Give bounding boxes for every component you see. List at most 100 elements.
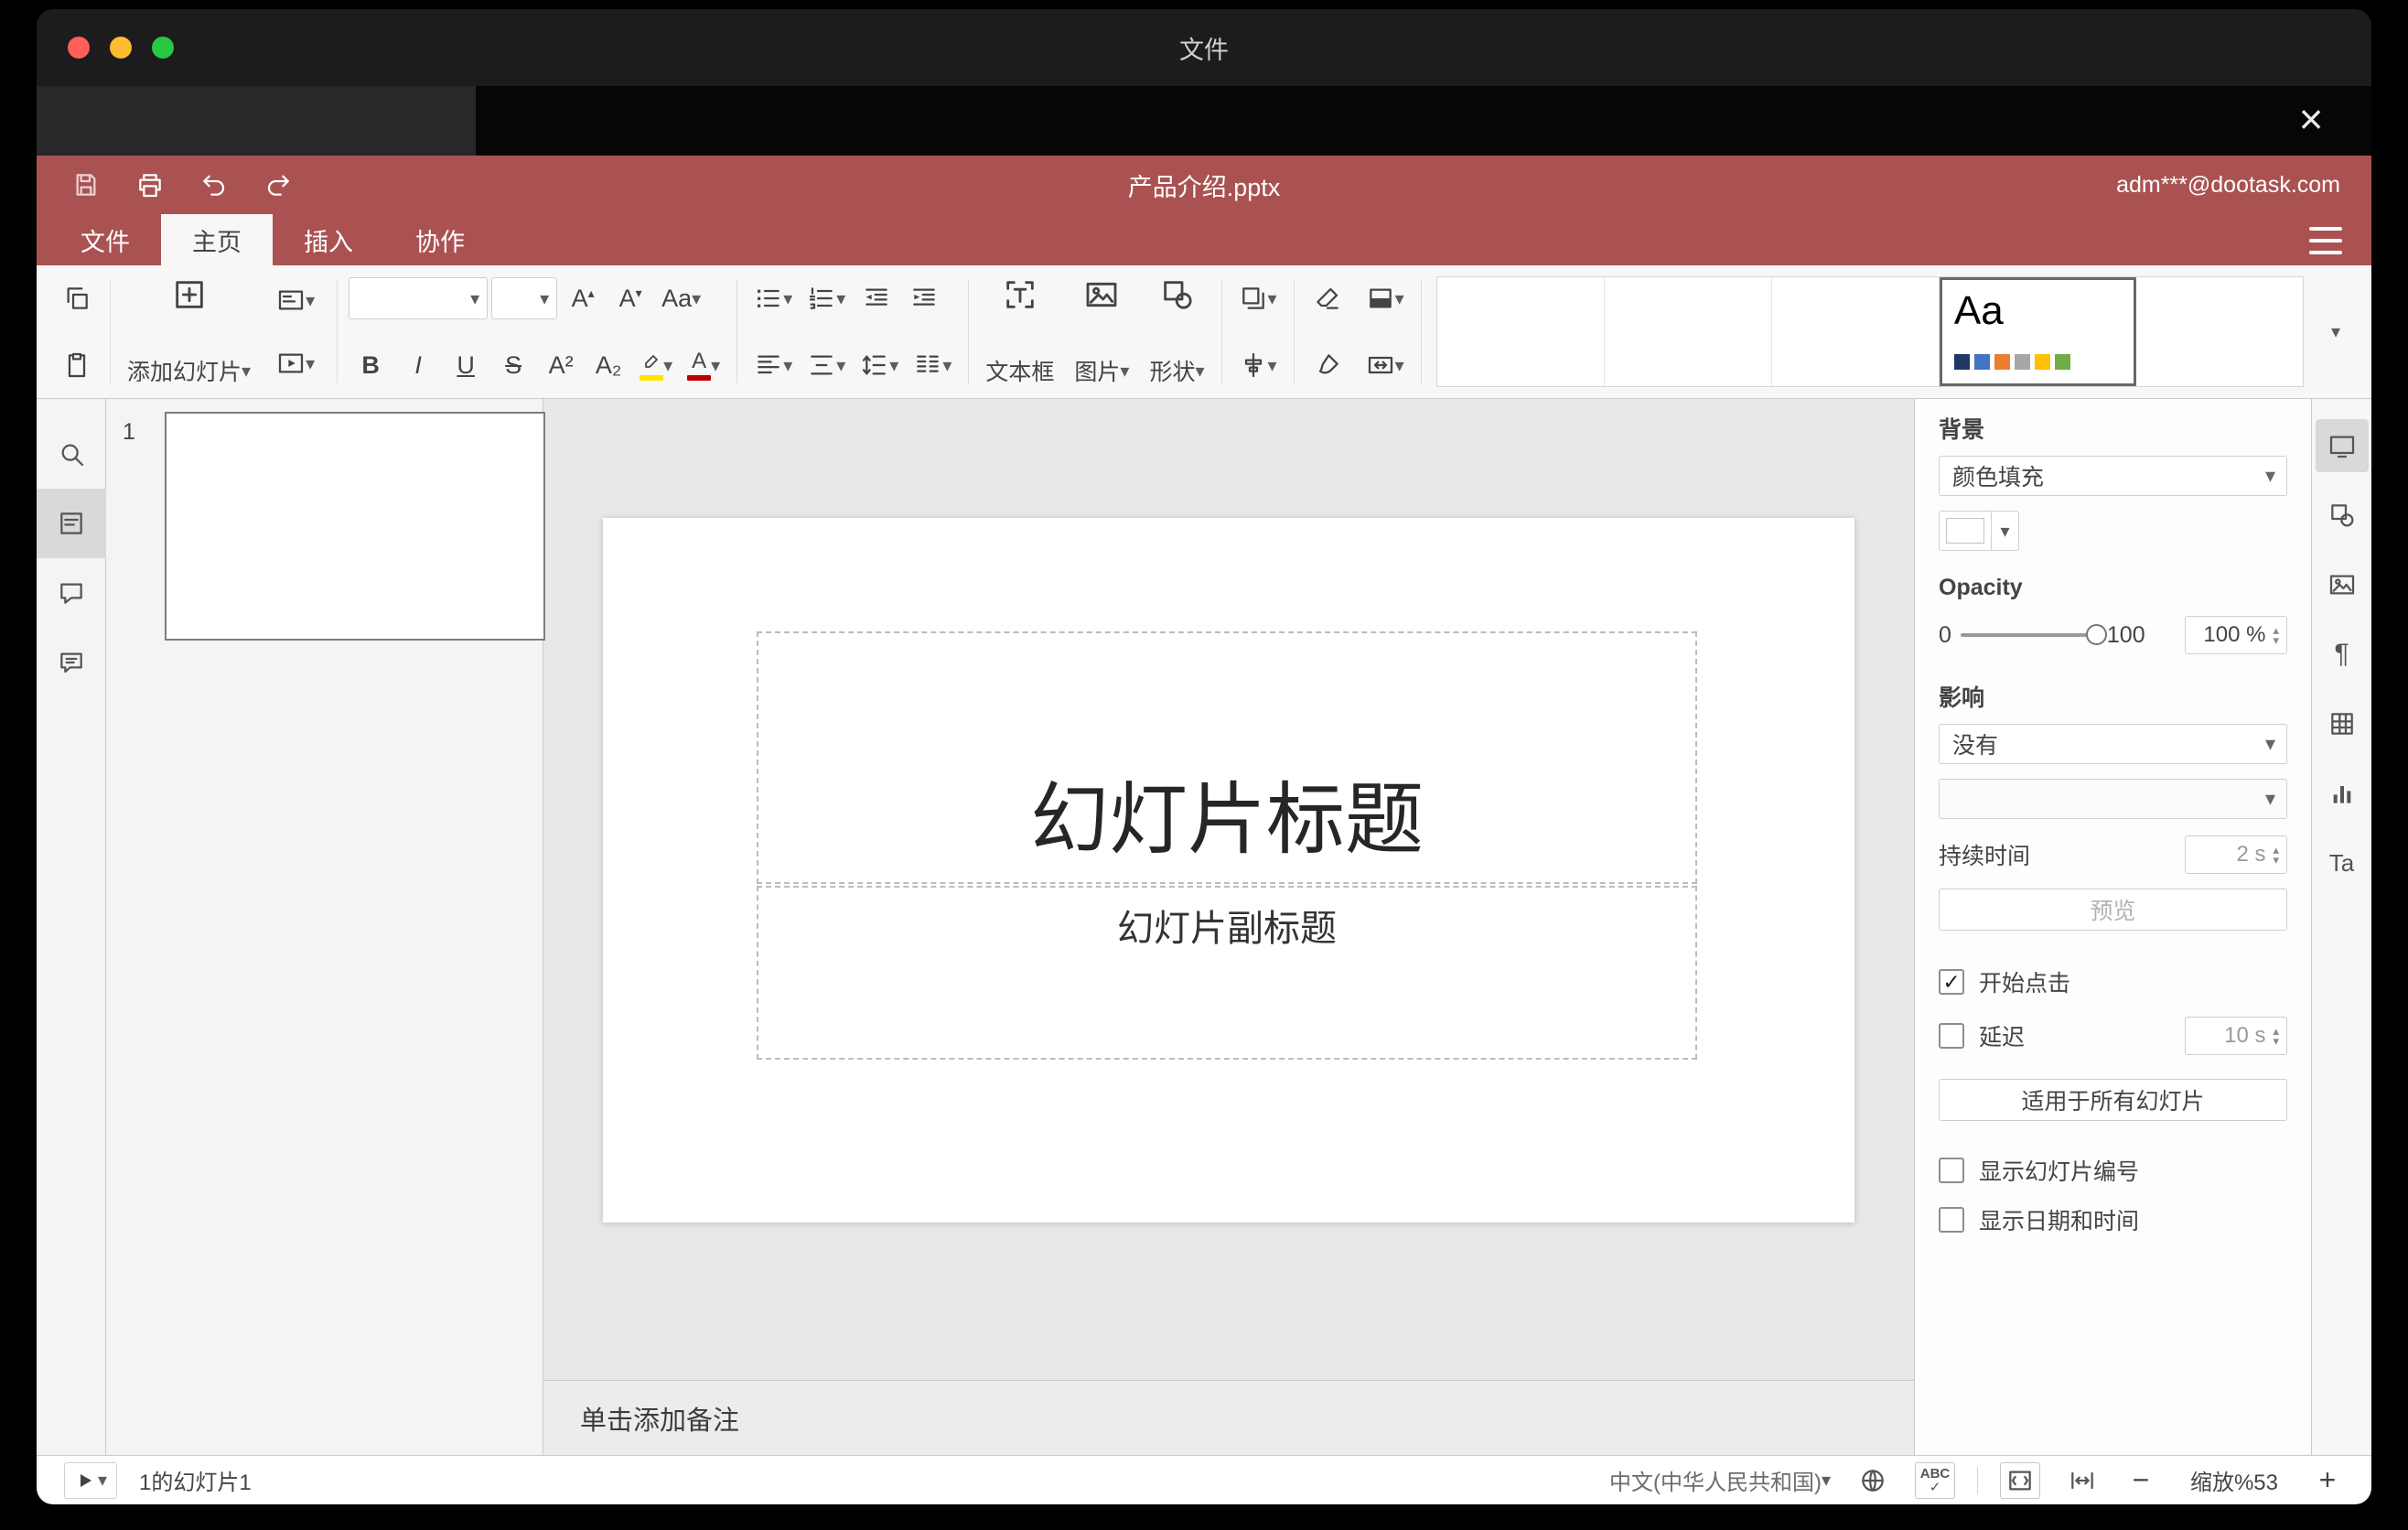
slide-size-button[interactable] xyxy=(1360,341,1410,389)
background-fill-value: 颜色填充 xyxy=(1952,465,2045,490)
textart-settings-tab[interactable]: Ta xyxy=(2316,836,2369,889)
comments-panel-button[interactable] xyxy=(37,558,106,628)
theme-option-1[interactable] xyxy=(1436,277,1605,386)
line-spacing-button[interactable] xyxy=(855,341,904,389)
save-button[interactable] xyxy=(68,167,104,203)
align-shape-button[interactable] xyxy=(1233,341,1283,389)
document-language-button[interactable] xyxy=(1853,1462,1893,1499)
theme-option-3[interactable] xyxy=(1771,277,1940,386)
opacity-slider-knob[interactable] xyxy=(2085,624,2107,645)
strikeout-button[interactable]: S xyxy=(491,341,535,389)
slide-settings-tab[interactable] xyxy=(2315,419,2369,472)
chart-settings-tab[interactable] xyxy=(2316,767,2369,820)
bold-button[interactable]: B xyxy=(349,341,392,389)
fit-to-slide-button[interactable] xyxy=(2000,1461,2040,1499)
delay-input[interactable]: 10 s xyxy=(2185,1017,2287,1055)
color-scheme-button[interactable] xyxy=(1360,275,1410,322)
apply-to-all-button[interactable]: 适用于所有幻灯片 xyxy=(1939,1079,2287,1121)
delay-checkbox[interactable] xyxy=(1939,1023,1964,1049)
feedback-button[interactable] xyxy=(37,628,106,697)
hamburger-menu-icon[interactable] xyxy=(2309,227,2342,254)
superscript-button[interactable]: A² xyxy=(539,341,583,389)
slide-subtitle-placeholder[interactable]: 幻灯片副标题 xyxy=(757,886,1697,1060)
background-color-picker[interactable] xyxy=(1939,511,2019,551)
decrease-font-button[interactable]: A xyxy=(608,275,652,322)
slides-panel-button[interactable] xyxy=(37,489,106,558)
copy-button[interactable] xyxy=(55,275,99,322)
close-icon[interactable]: × xyxy=(2287,95,2335,143)
print-button[interactable] xyxy=(132,167,168,203)
zoom-out-button[interactable]: − xyxy=(2124,1463,2157,1497)
start-slideshow-toolbar-button[interactable] xyxy=(271,339,320,387)
italic-button[interactable]: I xyxy=(396,341,440,389)
clear-style-button[interactable] xyxy=(1306,275,1349,322)
theme-option-5[interactable] xyxy=(2135,277,2304,386)
paragraph-settings-tab[interactable]: ¶ xyxy=(2316,628,2369,681)
spinner-arrows-icon[interactable] xyxy=(2273,1026,2279,1046)
background-fill-select[interactable]: 颜色填充 xyxy=(1939,456,2287,496)
font-name-combobox[interactable] xyxy=(349,277,489,319)
opacity-input[interactable]: 100 % xyxy=(2185,616,2287,654)
window-close-button[interactable] xyxy=(68,37,90,59)
search-button[interactable] xyxy=(37,419,106,489)
insert-shape-button[interactable]: 形状 xyxy=(1144,275,1209,389)
change-case-button[interactable]: Aa xyxy=(656,275,706,322)
bullets-button[interactable] xyxy=(748,275,798,322)
paste-button[interactable] xyxy=(55,341,99,389)
textbox-button[interactable]: 文本框 xyxy=(980,275,1059,389)
slide-title-placeholder[interactable]: 幻灯片标题 xyxy=(757,631,1697,884)
decrease-indent-button[interactable] xyxy=(855,275,898,322)
effect-select[interactable]: 没有 xyxy=(1939,724,2287,764)
duration-input[interactable]: 2 s xyxy=(2185,835,2287,874)
start-on-click-checkbox[interactable]: ✓ xyxy=(1939,969,1964,995)
font-color-button[interactable]: A xyxy=(682,341,726,389)
increase-indent-button[interactable] xyxy=(902,275,946,322)
insert-image-button[interactable]: 图片 xyxy=(1069,275,1134,389)
redo-button[interactable] xyxy=(260,167,296,203)
redo-icon xyxy=(267,175,289,196)
window-zoom-button[interactable] xyxy=(152,37,174,59)
duration-label: 持续时间 xyxy=(1939,844,2031,869)
show-date-checkbox[interactable] xyxy=(1939,1207,1964,1233)
notes-area[interactable]: 单击添加备注 xyxy=(543,1380,1914,1455)
preview-button[interactable]: 预览 xyxy=(1939,889,2287,931)
spinner-arrows-icon[interactable] xyxy=(2273,625,2279,645)
slide[interactable]: 幻灯片标题 幻灯片副标题 xyxy=(603,518,1854,1223)
spinner-arrows-icon[interactable] xyxy=(2273,845,2279,865)
window-minimize-button[interactable] xyxy=(110,37,132,59)
spellcheck-button[interactable]: ABC ✓ xyxy=(1915,1461,1955,1499)
insert-columns-button[interactable] xyxy=(908,341,957,389)
effect-type-select[interactable] xyxy=(1939,779,2287,819)
opacity-slider[interactable] xyxy=(1960,624,2107,645)
tab-home[interactable]: 主页 xyxy=(161,214,273,265)
copy-style-button[interactable] xyxy=(1306,341,1349,389)
subscript-button[interactable]: A₂ xyxy=(586,341,630,389)
shape-settings-tab[interactable] xyxy=(2316,489,2369,542)
vertical-align-button[interactable] xyxy=(801,341,851,389)
show-slide-number-checkbox[interactable] xyxy=(1939,1158,1964,1183)
slide-canvas[interactable]: 幻灯片标题 幻灯片副标题 xyxy=(543,399,1914,1380)
tab-insert[interactable]: 插入 xyxy=(273,214,384,265)
tab-collaboration[interactable]: 协作 xyxy=(384,214,496,265)
table-settings-tab[interactable] xyxy=(2316,697,2369,750)
numbering-button[interactable] xyxy=(801,275,851,322)
font-size-combobox[interactable] xyxy=(491,277,558,319)
tab-file[interactable]: 文件 xyxy=(49,214,161,265)
slide-layout-button[interactable] xyxy=(271,276,320,324)
theme-option-2[interactable] xyxy=(1604,277,1772,386)
undo-button[interactable] xyxy=(196,167,232,203)
underline-button[interactable]: U xyxy=(444,341,488,389)
start-slideshow-button[interactable] xyxy=(64,1461,118,1499)
zoom-in-button[interactable]: + xyxy=(2311,1463,2344,1497)
image-settings-tab[interactable] xyxy=(2316,558,2369,611)
horizontal-align-button[interactable] xyxy=(748,341,798,389)
slide-thumbnail[interactable] xyxy=(165,412,545,641)
fit-to-width-button[interactable] xyxy=(2062,1462,2102,1499)
arrange-shape-button[interactable] xyxy=(1233,275,1283,322)
add-slide-button[interactable]: 添加幻灯片 xyxy=(122,275,256,389)
theme-gallery-expand-button[interactable] xyxy=(2313,273,2359,391)
increase-font-button[interactable]: A xyxy=(561,275,605,322)
theme-option-selected[interactable]: Aa xyxy=(1939,277,2136,386)
highlight-color-button[interactable] xyxy=(634,341,678,389)
language-selector[interactable]: 中文(中华人民共和国) xyxy=(1609,1464,1831,1496)
